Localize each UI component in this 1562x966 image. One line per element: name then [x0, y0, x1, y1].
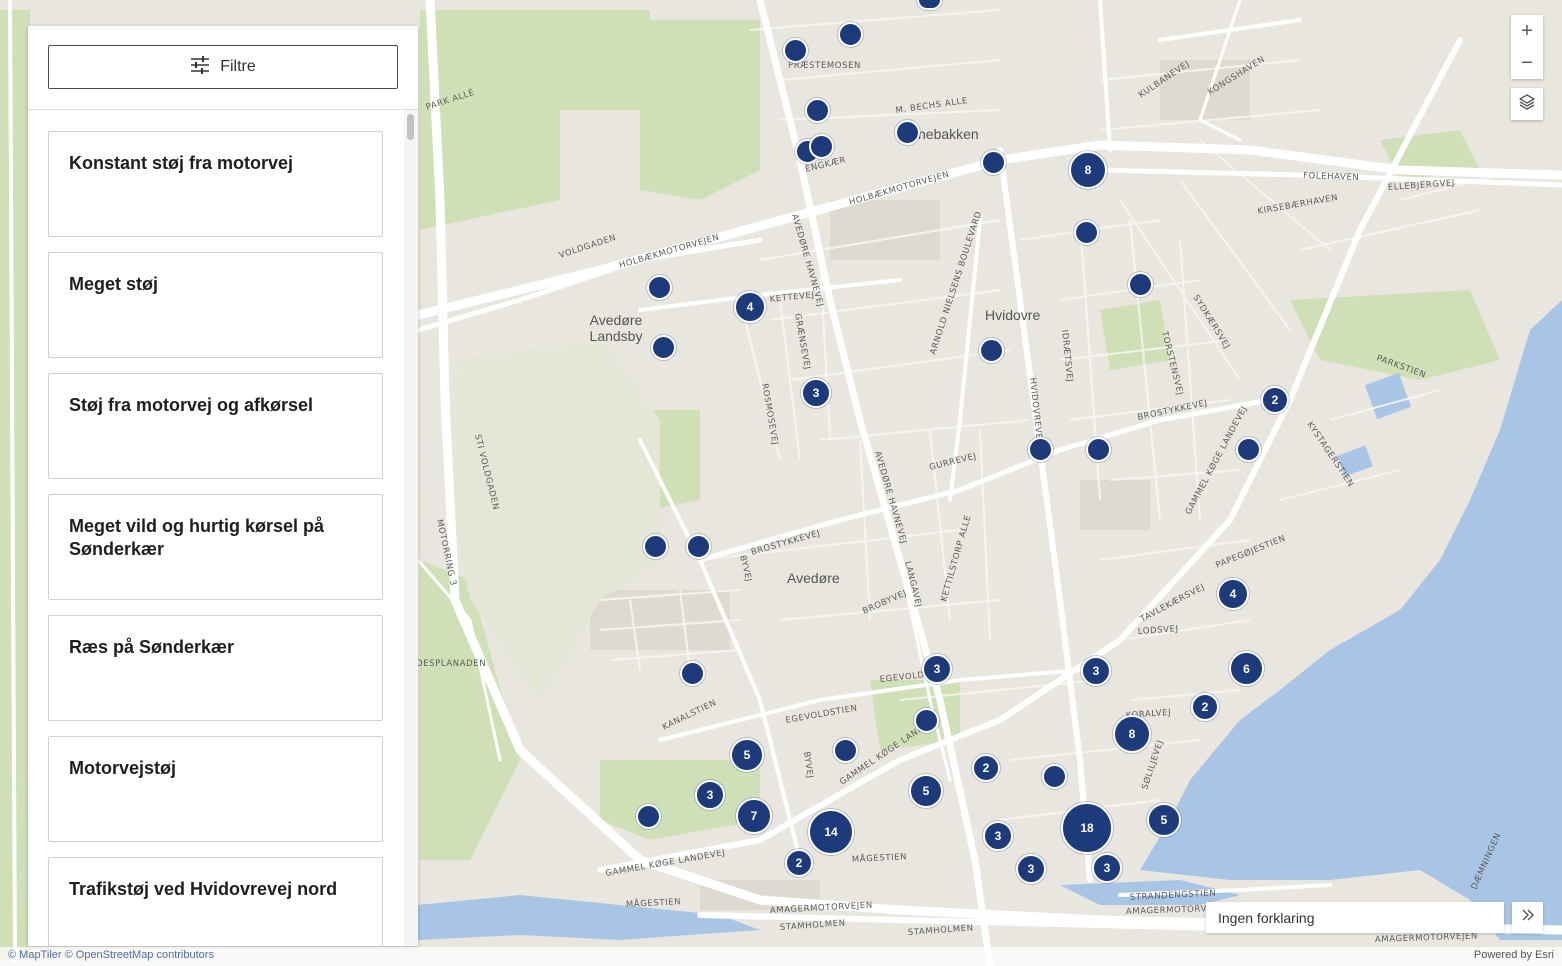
place-label-hvidovre: Hvidovre	[985, 307, 1041, 323]
map-cluster[interactable]: 5	[730, 738, 764, 772]
map-marker[interactable]	[979, 338, 1004, 363]
zoom-controls: + −	[1511, 15, 1543, 79]
result-card[interactable]: Ræs på Sønderkær	[48, 615, 383, 721]
map-cluster[interactable]: 3	[1016, 854, 1046, 884]
map-marker[interactable]	[636, 804, 661, 829]
zoom-out-button[interactable]: −	[1511, 47, 1543, 79]
result-card-title: Meget vild og hurtig kørsel på Sønderkær	[69, 516, 325, 559]
filter-button[interactable]: Filtre	[48, 45, 398, 89]
map-cluster[interactable]: 7	[736, 798, 772, 834]
result-list[interactable]: Konstant støj fra motorvej Meget støj St…	[28, 110, 418, 946]
result-card[interactable]: Trafikstøj ved Hvidovrevej nord	[48, 857, 383, 946]
minus-icon: −	[1521, 51, 1533, 74]
result-card-title: Motorvejstøj	[69, 758, 177, 778]
map-cluster[interactable]: 3	[1081, 656, 1111, 686]
map-cluster[interactable]: 3	[983, 821, 1013, 851]
map-cluster[interactable]: 3	[695, 780, 725, 810]
map-marker[interactable]	[651, 335, 676, 360]
map-cluster[interactable]: 2	[1261, 386, 1289, 414]
basemap-layers-button[interactable]	[1511, 88, 1543, 120]
map-marker[interactable]	[809, 134, 834, 159]
filter-sliders-icon	[190, 55, 210, 79]
map-cluster[interactable]: 3	[1092, 853, 1122, 883]
map-cluster[interactable]: 3	[922, 654, 952, 684]
map-marker[interactable]	[1028, 437, 1053, 462]
result-card[interactable]: Motorvejstøj	[48, 736, 383, 842]
map-cluster[interactable]: 6	[1229, 651, 1264, 686]
filter-label: Filtre	[220, 58, 256, 75]
map-marker[interactable]	[1042, 764, 1067, 789]
map-marker[interactable]	[805, 98, 830, 123]
map-cluster[interactable]: 18	[1061, 802, 1113, 854]
result-card[interactable]: Konstant støj fra motorvej	[48, 131, 383, 237]
place-label-avedore: Avedøre	[787, 570, 840, 586]
map-cluster[interactable]: 2	[1191, 693, 1219, 721]
map-marker[interactable]	[1086, 437, 1111, 462]
scrollbar-thumb[interactable]	[407, 114, 414, 140]
plus-icon: +	[1521, 19, 1533, 42]
map-marker[interactable]	[981, 150, 1006, 175]
layers-icon	[1518, 93, 1536, 116]
result-card[interactable]: Meget støj	[48, 252, 383, 358]
legend-panel: Ingen forklaring	[1206, 902, 1504, 933]
map-cluster[interactable]: 8	[1113, 715, 1151, 753]
map-marker[interactable]	[895, 120, 920, 145]
legend-text: Ingen forklaring	[1218, 909, 1315, 926]
double-chevron-right-icon	[1520, 907, 1536, 928]
map-cluster[interactable]: 3	[801, 378, 831, 408]
map-marker[interactable]	[1074, 220, 1099, 245]
map-marker[interactable]	[680, 661, 705, 686]
powered-by-esri: Powered by Esri	[1473, 949, 1554, 961]
result-card-title: Meget støj	[69, 274, 159, 294]
map-cluster[interactable]: 2	[785, 849, 813, 877]
svg-text:DESPLANADEN: DESPLANADEN	[416, 659, 486, 669]
map-attribution: © MapTiler © OpenStreetMap contributors …	[0, 947, 1562, 966]
map-marker[interactable]	[686, 534, 711, 559]
map-marker[interactable]	[643, 534, 668, 559]
result-card[interactable]: Støj fra motorvej og afkørsel	[48, 373, 383, 479]
result-card-title: Trafikstøj ved Hvidovrevej nord	[69, 879, 338, 899]
maptiler-link[interactable]: © MapTiler	[8, 949, 62, 961]
map-marker[interactable]	[914, 708, 939, 733]
map-cluster[interactable]: 8	[1069, 151, 1107, 189]
result-card-title: Støj fra motorvej og afkørsel	[69, 395, 314, 415]
map-cluster[interactable]: 14	[808, 809, 854, 855]
scrollbar-track[interactable]	[404, 110, 418, 946]
map-marker[interactable]	[833, 738, 858, 763]
map-marker[interactable]	[647, 275, 672, 300]
svg-text:FOLEHAVEN: FOLEHAVEN	[1303, 171, 1360, 183]
place-label-nebakken: nebakken	[918, 126, 979, 142]
legend-expand-button[interactable]	[1512, 902, 1543, 933]
place-label-avedore-landsby: Avedøre Landsby	[589, 312, 643, 344]
map-cluster[interactable]: 4	[1217, 578, 1249, 610]
map-cluster[interactable]: 4	[734, 291, 766, 323]
map-cluster[interactable]: 5	[909, 774, 943, 808]
result-card[interactable]: Meget vild og hurtig kørsel på Sønderkær	[48, 494, 383, 600]
result-card-title: Konstant støj fra motorvej	[69, 153, 294, 173]
map-marker[interactable]	[838, 22, 863, 47]
osm-link[interactable]: © OpenStreetMap contributors	[65, 949, 214, 961]
map-cluster[interactable]: 5	[1147, 803, 1181, 837]
zoom-in-button[interactable]: +	[1511, 15, 1543, 47]
result-card-title: Ræs på Sønderkær	[69, 637, 235, 657]
map-cluster[interactable]: 2	[972, 754, 1000, 782]
map-marker[interactable]	[1128, 272, 1153, 297]
map-marker[interactable]	[1236, 437, 1261, 462]
results-panel: Filtre Konstant støj fra motorvej Meget …	[28, 26, 418, 946]
map-marker[interactable]	[783, 38, 808, 63]
